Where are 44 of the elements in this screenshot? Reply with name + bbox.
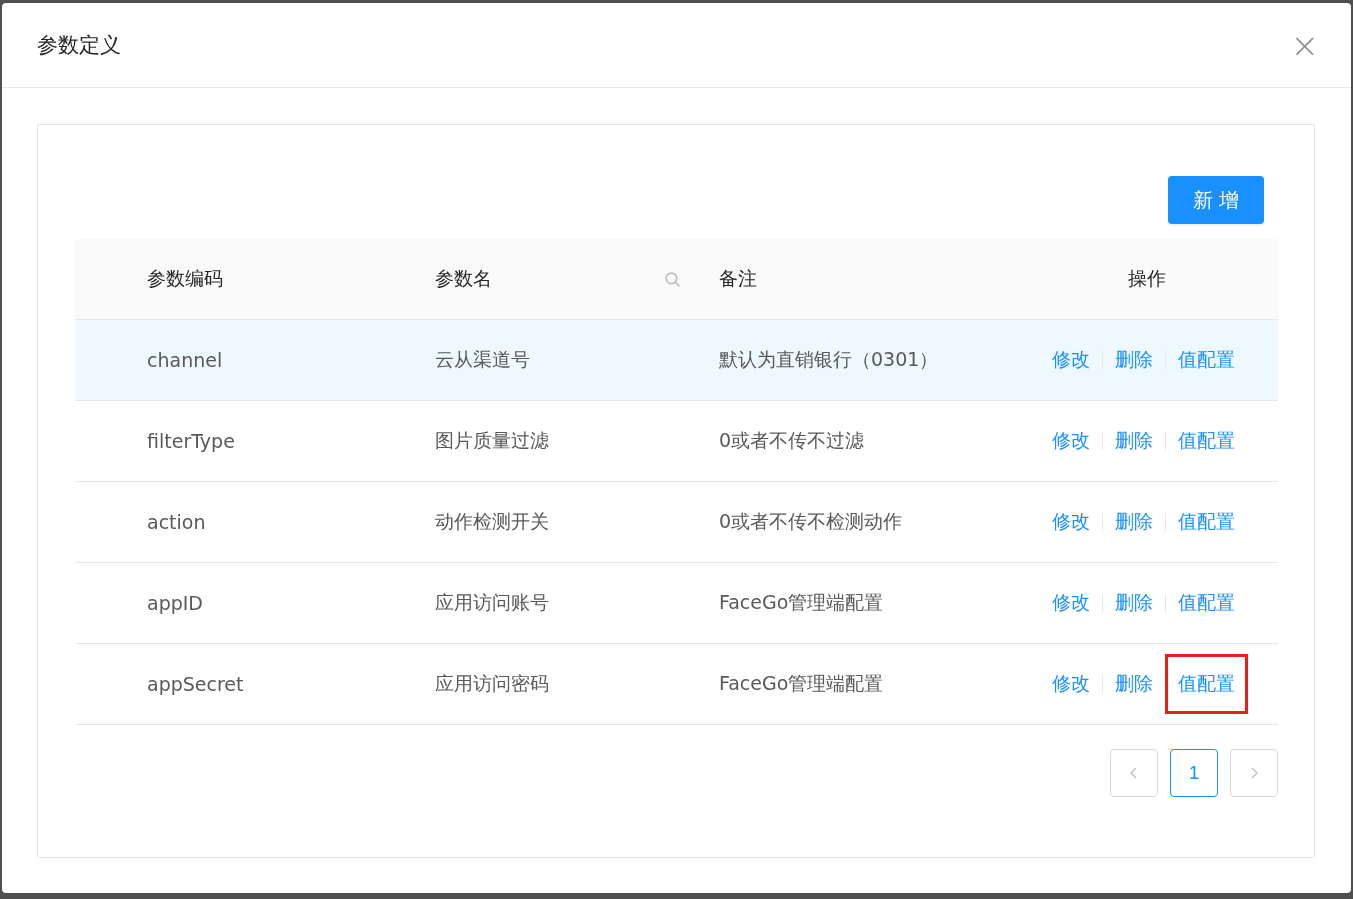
table-row[interactable]: filterType 图片质量过滤 0或者不传不过滤 修改 删除 值配置 xyxy=(75,401,1278,482)
table-cell-text: 应用访问密码 xyxy=(435,671,549,696)
dialog-title: 参数定义 xyxy=(37,32,121,59)
action-link[interactable]: 删除 xyxy=(1115,669,1153,699)
table-cell: action xyxy=(147,511,206,533)
column-header: 参数名 xyxy=(435,266,492,291)
table-cell: filterType xyxy=(147,430,235,452)
table-row[interactable]: action 动作检测开关 0或者不传不检测动作 修改 删除 值配置 xyxy=(75,482,1278,563)
action-link[interactable]: 修改 xyxy=(1052,588,1090,618)
action-link[interactable]: 修改 xyxy=(1052,507,1090,537)
table-row[interactable]: appSecret 应用访问密码 FaceGo管理端配置 修改 删除 值配置 xyxy=(75,644,1278,725)
table-cell-text: 0或者不传不检测动作 xyxy=(719,509,903,534)
action-link[interactable]: 修改 xyxy=(1052,345,1090,375)
action-link[interactable]: 值配置 xyxy=(1178,507,1235,537)
action-link[interactable]: 值配置 xyxy=(1178,345,1235,375)
column-header: 操作 xyxy=(1127,266,1166,291)
table-cell-text: 图片质量过滤 xyxy=(435,428,549,453)
column-header: 参数编码 xyxy=(147,266,223,291)
page-button[interactable]: 1 xyxy=(1170,749,1218,797)
search-icon[interactable] xyxy=(664,270,681,288)
table-cell: appSecret xyxy=(147,673,244,695)
action-link[interactable]: 删除 xyxy=(1115,426,1153,456)
action-link[interactable]: 修改 xyxy=(1052,669,1090,699)
table-cell-text: FaceGo管理端配置 xyxy=(719,671,884,696)
table-row[interactable]: channel 云从渠道号 默认为直销银行（0301） 修改 删除 值配置 xyxy=(75,320,1278,401)
table-cell-text: 0或者不传不过滤 xyxy=(719,428,865,453)
table-cell-text: 默认为直销银行（0301） xyxy=(719,347,939,372)
action-link[interactable]: 删除 xyxy=(1115,588,1153,618)
table-cell: channel xyxy=(147,349,223,371)
action-link[interactable]: 删除 xyxy=(1115,345,1153,375)
action-link[interactable]: 值配置 xyxy=(1178,588,1235,618)
table-cell-text: 动作检测开关 xyxy=(435,509,549,534)
action-link[interactable]: 值配置 xyxy=(1178,426,1235,456)
table-cell: appID xyxy=(147,592,203,614)
table-cell-text: 应用访问账号 xyxy=(435,590,549,615)
table-row[interactable]: appID 应用访问账号 FaceGo管理端配置 修改 删除 值配置 xyxy=(75,563,1278,644)
action-link[interactable]: 修改 xyxy=(1052,426,1090,456)
add-button[interactable]: 新 增 xyxy=(1168,176,1264,224)
action-link[interactable]: 删除 xyxy=(1115,507,1153,537)
column-header: 备注 xyxy=(719,266,757,291)
table-cell-text: FaceGo管理端配置 xyxy=(719,590,884,615)
action-link[interactable]: 值配置 xyxy=(1168,657,1245,711)
table-cell-text: 云从渠道号 xyxy=(435,347,530,372)
close-button[interactable]: × xyxy=(1282,28,1327,62)
